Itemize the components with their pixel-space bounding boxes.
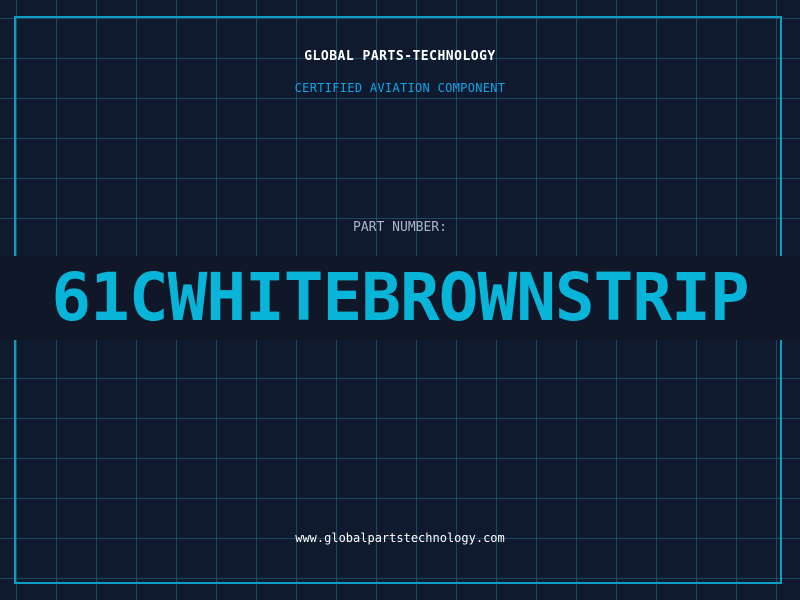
part-number-label: PART NUMBER:	[353, 220, 447, 235]
part-number-value: 61CWHITEBROWNSTRIP	[51, 259, 749, 336]
website-url: www.globalpartstechnology.com	[295, 531, 505, 545]
label-canvas: GLOBAL PARTS-TECHNOLOGY CERTIFIED AVIATI…	[0, 0, 800, 600]
certification-subtitle: CERTIFIED AVIATION COMPONENT	[294, 81, 506, 95]
company-name: GLOBAL PARTS-TECHNOLOGY	[304, 49, 496, 64]
